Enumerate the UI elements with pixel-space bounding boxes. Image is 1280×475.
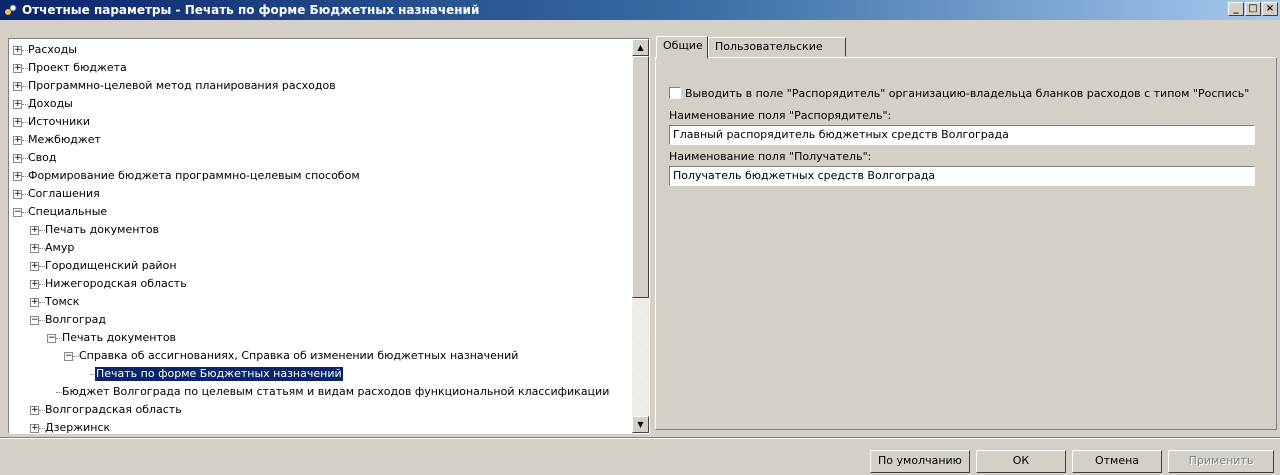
tree-item-label: Расходы (28, 43, 77, 56)
window-title: Отчетные параметры - Печать по форме Бюд… (22, 3, 480, 17)
tree-item-label-selected: Печать по форме Бюджетных назначений (95, 367, 343, 381)
expand-icon[interactable]: + (30, 280, 39, 289)
tree-item-label: Специальные (28, 205, 108, 218)
tree-item-label: Соглашения (28, 187, 100, 200)
scroll-thumb[interactable] (632, 56, 649, 298)
recipient-name-input[interactable]: Получатель бюджетных средств Волгограда (669, 166, 1255, 186)
tab-custom[interactable]: Пользовательские (708, 37, 846, 57)
tree-item[interactable]: + Соглашения (9, 185, 631, 203)
expand-icon[interactable]: + (30, 424, 39, 433)
bottom-divider-highlight (0, 438, 1280, 439)
expand-icon[interactable]: + (30, 226, 39, 235)
tree-item-label: Программно-целевой метод планирования ра… (28, 79, 336, 92)
tree-item-label: Справка об ассигнованиях, Справка об изм… (79, 349, 519, 362)
report-tree-panel: + Расходы + Проект бюджета + Программно-целев… (8, 38, 650, 434)
ok-button[interactable]: ОК (976, 450, 1066, 473)
tree-vertical-scrollbar[interactable]: ▲ ▼ (632, 39, 649, 433)
tree-item-label: Печать документов (45, 223, 160, 236)
scroll-up-arrow-icon[interactable]: ▲ (632, 39, 649, 56)
collapse-icon[interactable]: − (13, 208, 22, 217)
expand-icon[interactable]: + (30, 406, 39, 415)
collapse-icon[interactable]: − (30, 316, 39, 325)
tree-item[interactable]: + Нижегородская область (9, 275, 631, 293)
tree-item-label: Дзержинск (45, 421, 111, 434)
tree-item-label: Нижегородская область (45, 277, 187, 290)
tree-item-label: Городищенский район (45, 259, 177, 272)
default-button[interactable]: По умолчанию (870, 450, 970, 473)
minimize-button[interactable]: _ (1228, 2, 1244, 16)
tree-item-label: Волгоград (45, 313, 106, 326)
owner-checkbox-label: Выводить в поле "Распорядитель" организа… (685, 87, 1250, 100)
tree-item-label: Томск (45, 295, 80, 308)
collapse-icon[interactable]: − (64, 352, 73, 361)
tree-item[interactable]: + Расходы (9, 41, 631, 59)
apply-button[interactable]: Применить (1168, 450, 1274, 473)
tree-item[interactable]: + Источники (9, 113, 631, 131)
tree-item-label: Межбюджет (28, 133, 101, 146)
tree-item-label: Доходы (28, 97, 73, 110)
tree-item[interactable]: − Специальные (9, 203, 631, 221)
tree-item[interactable]: + Межбюджет (9, 131, 631, 149)
tree-item[interactable]: + Доходы (9, 95, 631, 113)
expand-icon[interactable]: + (13, 46, 22, 55)
expand-icon[interactable]: + (13, 154, 22, 163)
tree-item[interactable]: + Формирование бюджета программно-целевым… (9, 167, 631, 185)
scroll-down-arrow-icon[interactable]: ▼ (632, 416, 649, 433)
close-button[interactable]: × (1262, 2, 1278, 16)
tree-item[interactable]: − Волгоград (9, 311, 631, 329)
manager-name-input[interactable]: Главный распорядитель бюджетных средств … (669, 125, 1255, 145)
tree-item-label: Формирование бюджета программно-целевым … (28, 169, 360, 182)
owner-checkbox[interactable] (669, 87, 681, 99)
tree-item-label: Источники (28, 115, 91, 128)
tree-item[interactable]: + Проект бюджета (9, 59, 631, 77)
tree-item[interactable]: Бюджет Волгограда по целевым статьям и в… (9, 383, 631, 401)
tree-item[interactable]: + Томск (9, 293, 631, 311)
expand-icon[interactable]: + (30, 244, 39, 253)
tree-item[interactable]: + Свод (9, 149, 631, 167)
tree-item[interactable]: Печать по форме Бюджетных назначений (9, 365, 631, 383)
expand-icon[interactable]: + (13, 136, 22, 145)
recipient-field-label: Наименование поля "Получатель": (669, 150, 872, 163)
expand-icon[interactable]: + (30, 262, 39, 271)
expand-icon[interactable]: + (30, 298, 39, 307)
tree-item[interactable]: + Амур (9, 239, 631, 257)
tree-item[interactable]: + Программно-целевой метод планирования р… (9, 77, 631, 95)
maximize-button[interactable]: □ (1245, 2, 1261, 16)
tree-item[interactable]: − Справка об ассигнованиях, Справка об из… (9, 347, 631, 365)
expand-icon[interactable]: + (13, 172, 22, 181)
tree-item-label: Бюджет Волгограда по целевым статьям и в… (62, 385, 610, 398)
window-titlebar[interactable]: Отчетные параметры - Печать по форме Бюд… (0, 0, 1280, 20)
tree-item-label: Амур (45, 241, 75, 254)
collapse-icon[interactable]: − (47, 334, 56, 343)
expand-icon[interactable]: + (13, 118, 22, 127)
expand-icon[interactable]: + (13, 190, 22, 199)
report-tree: + Расходы + Проект бюджета + Программно-целев… (9, 41, 631, 434)
tree-item[interactable]: + Дзержинск (9, 419, 631, 434)
expand-icon[interactable]: + (13, 100, 22, 109)
expand-icon[interactable]: + (13, 64, 22, 73)
tree-item-label: Проект бюджета (28, 61, 127, 74)
expand-icon[interactable]: + (13, 82, 22, 91)
tree-item-label: Печать документов (62, 331, 177, 344)
app-icon (5, 4, 17, 15)
tree-item[interactable]: + Печать документов (9, 221, 631, 239)
tree-item-label: Свод (28, 151, 57, 164)
tab-general[interactable]: Общие (656, 36, 708, 59)
tree-item[interactable]: + Волгоградская область (9, 401, 631, 419)
tree-item[interactable]: − Печать документов (9, 329, 631, 347)
cancel-button[interactable]: Отмена (1072, 450, 1162, 473)
tree-item[interactable]: + Городищенский район (9, 257, 631, 275)
manager-field-label: Наименование поля "Распорядитель": (669, 109, 892, 122)
tree-item-label: Волгоградская область (45, 403, 182, 416)
